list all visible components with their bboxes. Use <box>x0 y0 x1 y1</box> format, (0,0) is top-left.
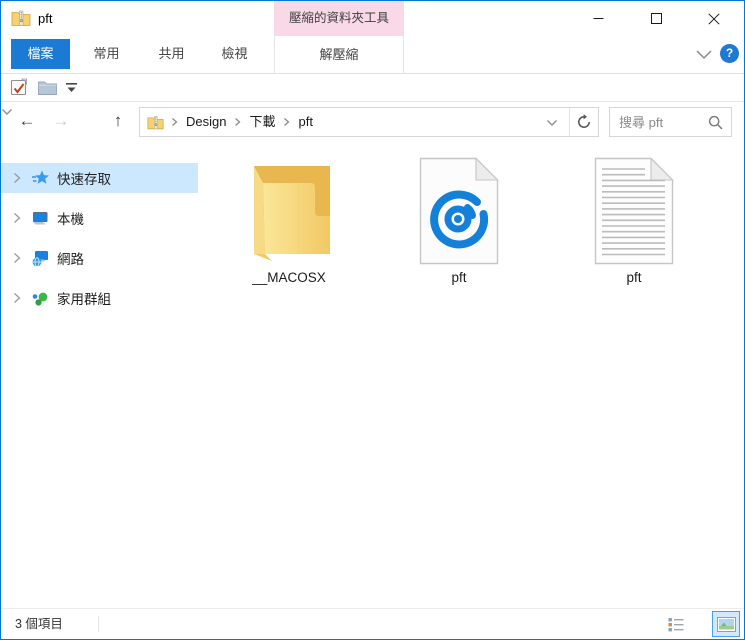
file-label: pft <box>451 270 467 285</box>
close-icon <box>708 12 720 25</box>
sidebar-item-homegroup[interactable]: 家用群組 <box>1 283 198 313</box>
sidebar-item-label: 家用群組 <box>57 292 111 307</box>
help-button[interactable]: ? <box>720 44 739 63</box>
file-tile-macosx[interactable]: __MACOSX <box>214 157 364 285</box>
expand-chevron-icon[interactable] <box>13 252 21 264</box>
expand-chevron-icon[interactable] <box>13 172 21 184</box>
maximize-icon <box>650 13 662 24</box>
file-label: __MACOSX <box>252 270 326 285</box>
search-input[interactable] <box>610 108 706 136</box>
expand-chevron-icon[interactable] <box>13 292 21 304</box>
details-view-button[interactable] <box>662 611 690 637</box>
breadcrumb-chevron-icon[interactable] <box>171 117 178 127</box>
properties-checkbox-icon[interactable] <box>9 77 30 98</box>
maximize-button[interactable] <box>633 1 679 36</box>
explorer-window: pft 壓縮的資料夾工具 檔案 常用 共用 檢視 解壓縮 ? ← → ↑ Des… <box>0 0 745 640</box>
disc-image-file-icon <box>419 157 499 265</box>
tab-home[interactable]: 常用 <box>80 39 133 69</box>
large-icons-view-button[interactable] <box>712 611 740 637</box>
back-button[interactable]: ← <box>14 103 40 141</box>
breadcrumb: Design 下載 pft <box>170 108 320 136</box>
breadcrumb-item-pft[interactable]: pft <box>291 108 319 136</box>
window-title: pft <box>38 11 53 26</box>
minimize-button[interactable] <box>575 1 621 36</box>
address-dropdown-icon[interactable] <box>546 119 558 127</box>
customize-toolbar-icon[interactable] <box>65 82 78 94</box>
ribbon-tab-row: 檔案 常用 共用 檢視 解壓縮 ? <box>1 36 744 74</box>
quick-access-toolbar <box>1 75 744 102</box>
address-bar[interactable]: Design 下載 pft <box>139 107 599 137</box>
sidebar-item-network[interactable]: 網路 <box>1 243 198 273</box>
breadcrumb-chevron-icon[interactable] <box>234 117 241 127</box>
file-label: pft <box>626 270 642 285</box>
minimize-icon <box>593 18 603 19</box>
tab-extract[interactable]: 解壓縮 <box>274 36 404 73</box>
sidebar-item-this-pc[interactable]: 本機 <box>1 203 198 233</box>
refresh-icon <box>578 114 590 128</box>
recent-locations-icon[interactable] <box>1 108 13 116</box>
document-file-icon <box>594 157 674 265</box>
breadcrumb-chevron-icon[interactable] <box>283 117 290 127</box>
navigation-bar: ← → ↑ Design 下載 pft <box>1 103 744 141</box>
collapse-ribbon-icon[interactable] <box>695 49 713 61</box>
sidebar-item-label: 網路 <box>57 252 84 267</box>
large-icons-view-icon <box>716 616 736 632</box>
details-view-icon <box>668 617 684 631</box>
folder-icon <box>253 166 330 261</box>
breadcrumb-item-design[interactable]: Design <box>179 108 233 136</box>
file-list: __MACOSX pft pft <box>201 141 744 609</box>
forward-button[interactable]: → <box>48 103 74 141</box>
up-button[interactable]: ↑ <box>105 103 131 141</box>
this-pc-icon <box>33 211 48 224</box>
zip-folder-icon <box>11 10 31 26</box>
main-area: 快速存取 本機 網路 家用群組 __MACOSX pft pft <box>1 141 744 609</box>
expand-chevron-icon[interactable] <box>13 212 21 224</box>
navigation-pane: 快速存取 本機 網路 家用群組 <box>1 141 201 609</box>
search-icon[interactable] <box>708 115 723 130</box>
sidebar-item-quick-access[interactable]: 快速存取 <box>1 163 198 193</box>
status-bar: 3 個項目 <box>1 608 744 639</box>
sidebar-item-label: 快速存取 <box>57 172 111 187</box>
tab-file[interactable]: 檔案 <box>11 39 70 69</box>
search-box <box>609 107 732 137</box>
tab-share[interactable]: 共用 <box>145 39 198 69</box>
title-bar: pft 壓縮的資料夾工具 <box>1 1 744 36</box>
tab-view[interactable]: 檢視 <box>209 39 260 69</box>
new-folder-icon[interactable] <box>37 79 58 96</box>
homegroup-icon <box>32 292 48 306</box>
zip-folder-icon <box>147 116 164 130</box>
status-divider <box>98 616 99 632</box>
quick-access-star-icon <box>32 170 49 184</box>
close-button[interactable] <box>691 1 737 36</box>
network-icon <box>32 250 48 267</box>
refresh-button[interactable] <box>569 108 598 136</box>
file-tile-pft-doc[interactable]: pft <box>559 157 709 285</box>
item-count: 3 個項目 <box>15 617 63 631</box>
sidebar-item-label: 本機 <box>57 212 84 227</box>
breadcrumb-item-downloads[interactable]: 下載 <box>242 108 282 136</box>
contextual-tab-group[interactable]: 壓縮的資料夾工具 <box>274 1 404 36</box>
file-tile-pft-disc[interactable]: pft <box>384 157 534 285</box>
